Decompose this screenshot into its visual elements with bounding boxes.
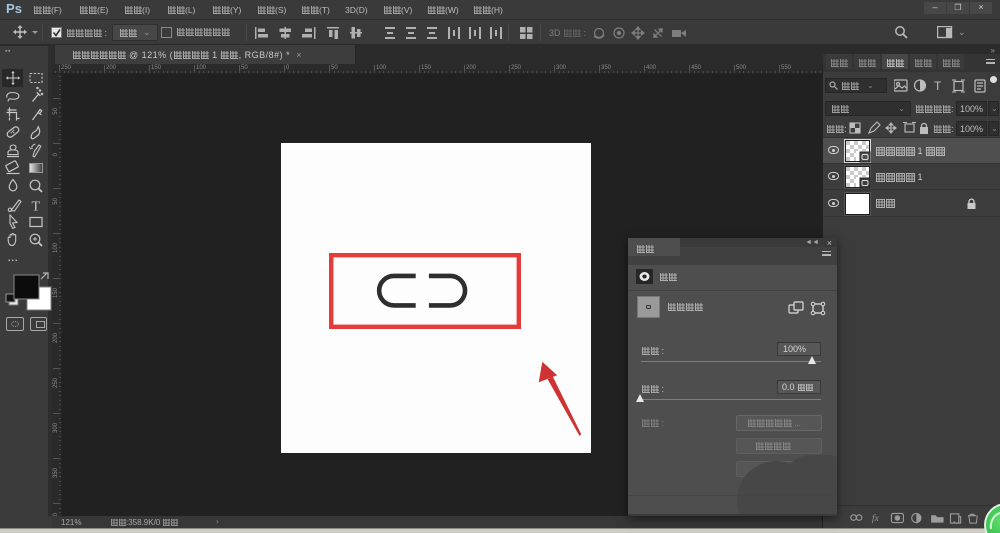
svg-text:T: T: [934, 79, 942, 93]
svg-text:fx: fx: [872, 513, 880, 523]
